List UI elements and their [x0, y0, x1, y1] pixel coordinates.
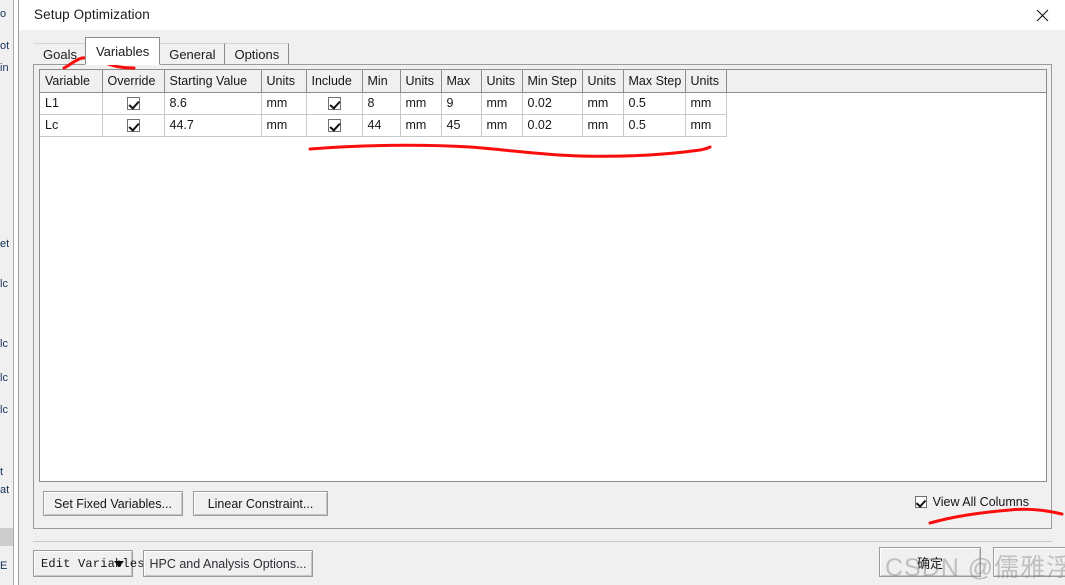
cell-min-step[interactable]: 0.02 [522, 114, 583, 137]
cell-max[interactable]: 9 [441, 92, 482, 115]
hpc-and-analysis-options-button[interactable]: HPC and Analysis Options... [143, 550, 313, 577]
cell-variable[interactable]: L1 [40, 92, 103, 115]
cell-units-2[interactable]: mm [400, 114, 442, 137]
cell-units-4[interactable]: mm [582, 92, 624, 115]
variables-panel: Variable Override Starting Value Units I… [33, 64, 1052, 529]
cell-min[interactable]: 8 [362, 92, 401, 115]
bg-fragment: et [0, 238, 10, 250]
col-min[interactable]: Min [362, 70, 401, 93]
table-row[interactable]: Lc 44.7 mm 44 mm 45 mm 0.02 mm 0.5 mm [40, 114, 1046, 137]
bg-fragment: lc [0, 278, 8, 290]
cell-units-1[interactable]: mm [261, 114, 307, 137]
variables-grid[interactable]: Variable Override Starting Value Units I… [39, 69, 1047, 482]
setup-optimization-dialog: Setup Optimization Goals Variables Gener… [18, 0, 1065, 585]
background-window-column [0, 0, 14, 585]
bg-fragment: in [0, 62, 9, 74]
dialog-titlebar: Setup Optimization [19, 0, 1065, 30]
tab-general[interactable]: General [159, 43, 226, 65]
edit-variables-button[interactable]: Edit Variables [33, 550, 144, 577]
tab-variables[interactable]: Variables [84, 37, 161, 65]
cell-units-3[interactable]: mm [481, 92, 523, 115]
bg-fragment: t [0, 466, 4, 478]
chevron-down-icon [114, 560, 124, 567]
edit-variables-label: Edit Variables [41, 556, 145, 571]
include-checkbox[interactable] [327, 119, 341, 133]
cell-override-checkbox[interactable] [102, 114, 165, 137]
override-checkbox[interactable] [126, 119, 140, 133]
dialog-title: Setup Optimization [34, 7, 150, 22]
col-units-1[interactable]: Units [261, 70, 307, 93]
cell-max-step[interactable]: 0.5 [623, 92, 686, 115]
ok-button[interactable]: 确定 [879, 547, 981, 577]
bg-fragment: at [0, 484, 10, 496]
cancel-button[interactable] [993, 547, 1065, 577]
col-variable[interactable]: Variable [40, 70, 103, 93]
cell-min-step[interactable]: 0.02 [522, 92, 583, 115]
close-icon[interactable] [1019, 0, 1065, 30]
cell-override-checkbox[interactable] [102, 92, 165, 115]
cell-max[interactable]: 45 [441, 114, 482, 137]
cell-units-1[interactable]: mm [261, 92, 307, 115]
footer-divider [33, 541, 1052, 542]
bg-fragment: o [0, 8, 7, 20]
cell-units-4[interactable]: mm [582, 114, 624, 137]
cell-variable[interactable]: Lc [40, 114, 103, 137]
col-filler [726, 70, 1046, 93]
view-all-columns-box[interactable] [914, 496, 927, 508]
col-units-4[interactable]: Units [582, 70, 624, 93]
cell-filler [726, 114, 1046, 136]
cell-units-3[interactable]: mm [481, 114, 523, 137]
view-all-columns-label: View All Columns [932, 495, 1029, 509]
cell-units-5[interactable]: mm [685, 92, 727, 115]
background-window-sliver: o ot in et lc lc lc lc t at E [0, 0, 18, 585]
bg-fragment: ot [0, 40, 10, 52]
bg-fragment: lc [0, 372, 8, 384]
bg-fragment: lc [0, 338, 8, 350]
col-units-5[interactable]: Units [685, 70, 727, 93]
bg-fragment: lc [0, 404, 8, 416]
col-override[interactable]: Override [102, 70, 165, 93]
cell-include-checkbox[interactable] [306, 92, 363, 115]
linear-constraint-button[interactable]: Linear Constraint... [193, 491, 328, 516]
cell-filler [726, 92, 1046, 114]
cell-min[interactable]: 44 [362, 114, 401, 137]
cell-starting-value[interactable]: 44.7 [164, 114, 262, 137]
table-header-row: Variable Override Starting Value Units I… [40, 70, 1046, 93]
cell-starting-value[interactable]: 8.6 [164, 92, 262, 115]
cell-include-checkbox[interactable] [306, 114, 363, 137]
col-units-3[interactable]: Units [481, 70, 523, 93]
table-row[interactable]: L1 8.6 mm 8 mm 9 mm 0.02 mm 0.5 mm [40, 92, 1046, 115]
tab-goals[interactable]: Goals [33, 43, 87, 65]
variables-table: Variable Override Starting Value Units I… [40, 70, 1046, 137]
screen-root: o ot in et lc lc lc lc t at E Setup Opti… [0, 0, 1065, 585]
col-include[interactable]: Include [306, 70, 363, 93]
tab-options[interactable]: Options [224, 43, 290, 65]
cell-max-step[interactable]: 0.5 [623, 114, 686, 137]
include-checkbox[interactable] [327, 97, 341, 111]
col-units-2[interactable]: Units [400, 70, 442, 93]
col-max-step[interactable]: Max Step [623, 70, 686, 93]
cell-units-2[interactable]: mm [400, 92, 442, 115]
view-all-columns-checkbox[interactable]: View All Columns [914, 495, 1029, 509]
col-starting-value[interactable]: Starting Value [164, 70, 262, 93]
col-min-step[interactable]: Min Step [522, 70, 583, 93]
set-fixed-variables-button[interactable]: Set Fixed Variables... [43, 491, 183, 516]
cell-units-5[interactable]: mm [685, 114, 727, 137]
override-checkbox[interactable] [126, 97, 140, 111]
bg-fragment: E [0, 560, 8, 572]
col-max[interactable]: Max [441, 70, 482, 93]
tab-strip: Goals Variables General Options [19, 30, 1065, 65]
background-scrollbar[interactable] [0, 528, 13, 546]
